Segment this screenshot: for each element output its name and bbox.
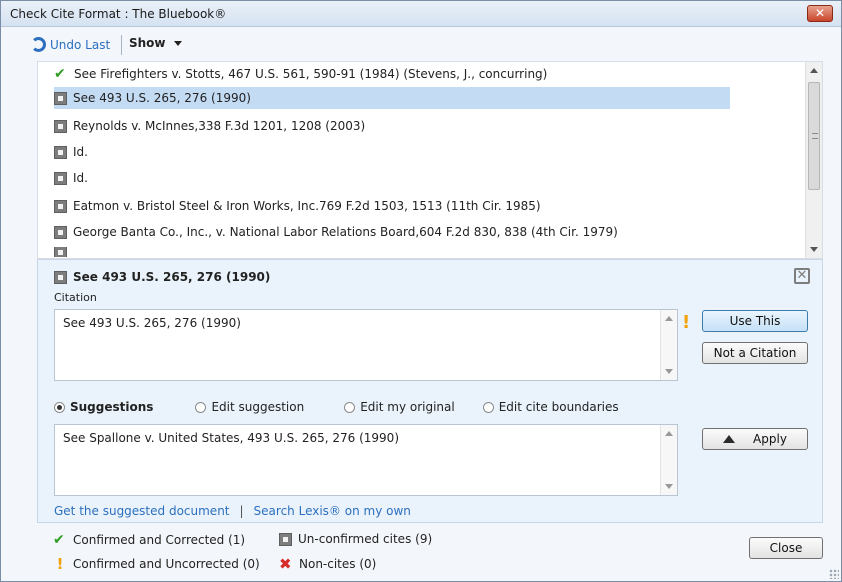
cite-list-item[interactable]: Id. (54, 141, 730, 163)
toolbar-separator (121, 35, 122, 55)
radio-edit-suggestion[interactable]: Edit suggestion (195, 400, 304, 414)
cite-list-scrollbar[interactable] (805, 62, 822, 258)
cite-list-item[interactable]: George Banta Co., Inc., v. National Labo… (54, 221, 730, 243)
radio-suggestions[interactable]: Suggestions (54, 400, 153, 414)
cite-list: ✔ See Firefighters v. Stotts, 467 U.S. 5… (37, 61, 823, 259)
toolbar: Undo Last Show (1, 27, 841, 61)
citation-field[interactable]: See 493 U.S. 265, 276 (1990) (54, 309, 678, 381)
apply-arrow-icon (723, 435, 736, 443)
scroll-up-icon[interactable] (665, 431, 673, 436)
undo-last-button[interactable]: Undo Last (31, 37, 110, 52)
title-bar: Check Cite Format : The Bluebook® ✕ (1, 1, 841, 27)
chevron-down-icon (173, 40, 182, 46)
legend-text: Non-cites (0) (299, 557, 377, 571)
radio-empty-icon (195, 401, 207, 413)
cite-text: Id. (73, 171, 88, 185)
show-label: Show (129, 36, 166, 50)
cite-text: See 493 U.S. 265, 276 (1990) (73, 91, 251, 105)
radio-label: Suggestions (70, 400, 154, 414)
cite-detail-panel: See 493 U.S. 265, 276 (1990) ✕ Citation … (37, 259, 823, 523)
detail-heading: See 493 U.S. 265, 276 (1990) (54, 270, 270, 284)
scroll-up-icon[interactable] (665, 316, 673, 321)
citation-label: Citation (54, 291, 97, 304)
cite-list-item[interactable]: Eatmon v. Bristol Steel & Iron Works, In… (54, 195, 730, 217)
cite-list-item-selected[interactable]: See 493 U.S. 265, 276 (1990) (54, 87, 730, 109)
unconfirmed-cite-icon (54, 199, 67, 213)
legend-confirmed-corrected: ✔ Confirmed and Corrected (1) (53, 532, 245, 548)
cite-list-item[interactable]: Reynolds v. McInnes,338 F.3d 1201, 1208 … (54, 115, 730, 137)
cite-list-item-partial[interactable] (54, 247, 730, 257)
unconfirmed-cite-icon (54, 171, 67, 185)
suggestion-scrollbar[interactable] (660, 425, 677, 495)
checkmark-icon: ✔ (53, 532, 65, 548)
radio-edit-cite-boundaries[interactable]: Edit cite boundaries (482, 400, 619, 414)
search-lexis-link[interactable]: Search Lexis® on my own (254, 504, 411, 518)
radio-label: Edit cite boundaries (498, 400, 619, 414)
show-menu-button[interactable]: Show (129, 36, 182, 50)
checkmark-icon: ✔ (54, 66, 66, 82)
not-a-citation-button[interactable]: Not a Citation (702, 342, 808, 364)
legend-text: Un-confirmed cites (9) (298, 532, 433, 546)
get-suggested-document-link[interactable]: Get the suggested document (54, 504, 230, 518)
legend-unconfirmed: Un-confirmed cites (9) (279, 532, 432, 546)
unconfirmed-cite-icon (54, 270, 67, 284)
use-this-button[interactable]: Use This (702, 310, 808, 332)
cite-text: Eatmon v. Bristol Steel & Iron Works, In… (73, 199, 541, 213)
legend-noncites: ✖ Non-cites (0) (279, 555, 376, 573)
detail-close-icon[interactable]: ✕ (794, 268, 810, 284)
scroll-thumb[interactable] (808, 82, 820, 190)
radio-empty-icon (482, 401, 494, 413)
window-close-button[interactable]: ✕ (807, 5, 833, 22)
unconfirmed-cite-icon (54, 247, 67, 257)
apply-button[interactable]: Apply (702, 428, 808, 450)
cite-text: See Firefighters v. Stotts, 467 U.S. 561… (74, 67, 548, 81)
undo-icon (31, 37, 46, 52)
close-button[interactable]: Close (749, 537, 823, 559)
window-title: Check Cite Format : The Bluebook® (10, 7, 227, 21)
suggestion-field[interactable]: See Spallone v. United States, 493 U.S. … (54, 424, 678, 496)
detail-heading-text: See 493 U.S. 265, 276 (1990) (73, 270, 271, 284)
citation-scrollbar[interactable] (660, 310, 677, 380)
cite-text: Id. (73, 145, 88, 159)
radio-label: Edit my original (360, 400, 455, 414)
grip-icon (812, 133, 818, 139)
scroll-down-icon[interactable] (665, 484, 673, 489)
scroll-down-icon[interactable] (665, 369, 673, 374)
radio-selected-icon (54, 401, 65, 413)
radio-edit-my-original[interactable]: Edit my original (344, 400, 455, 414)
unconfirmed-cite-icon (54, 119, 67, 133)
legend-footer: ✔ Confirmed and Corrected (1) ! Confirme… (1, 525, 841, 581)
scroll-up-icon[interactable] (810, 68, 818, 73)
warning-icon: ! (56, 555, 64, 573)
unconfirmed-cite-icon (54, 145, 67, 159)
unconfirmed-cite-icon (54, 91, 67, 105)
suggestion-mode-radios: Suggestions Edit suggestion Edit my orig… (54, 400, 619, 414)
link-separator: | (239, 504, 244, 518)
suggestion-value: See Spallone v. United States, 493 U.S. … (63, 431, 399, 445)
resize-grip-icon[interactable] (829, 569, 839, 579)
unconfirmed-cite-icon (54, 225, 67, 239)
undo-last-label: Undo Last (50, 37, 111, 52)
legend-text: Confirmed and Uncorrected (0) (73, 557, 260, 571)
radio-empty-icon (344, 401, 356, 413)
non-cite-x-icon: ✖ (279, 555, 292, 573)
cite-text: Reynolds v. McInnes,338 F.3d 1201, 1208 … (73, 119, 366, 133)
warning-icon: ! (682, 312, 691, 333)
check-cite-format-window: Check Cite Format : The Bluebook® ✕ Undo… (0, 0, 842, 582)
legend-confirmed-uncorrected: ! Confirmed and Uncorrected (0) (53, 555, 260, 573)
scroll-down-icon[interactable] (810, 247, 818, 252)
citation-value: See 493 U.S. 265, 276 (1990) (63, 316, 241, 330)
legend-text: Confirmed and Corrected (1) (73, 533, 246, 547)
detail-links: Get the suggested document | Search Lexi… (54, 504, 411, 518)
apply-label: Apply (753, 432, 787, 446)
cite-list-item[interactable]: ✔ See Firefighters v. Stotts, 467 U.S. 5… (54, 63, 730, 85)
radio-label: Edit suggestion (211, 400, 305, 414)
cite-text: George Banta Co., Inc., v. National Labo… (73, 225, 618, 239)
cite-list-item[interactable]: Id. (54, 167, 730, 189)
unconfirmed-cite-icon (279, 532, 292, 546)
